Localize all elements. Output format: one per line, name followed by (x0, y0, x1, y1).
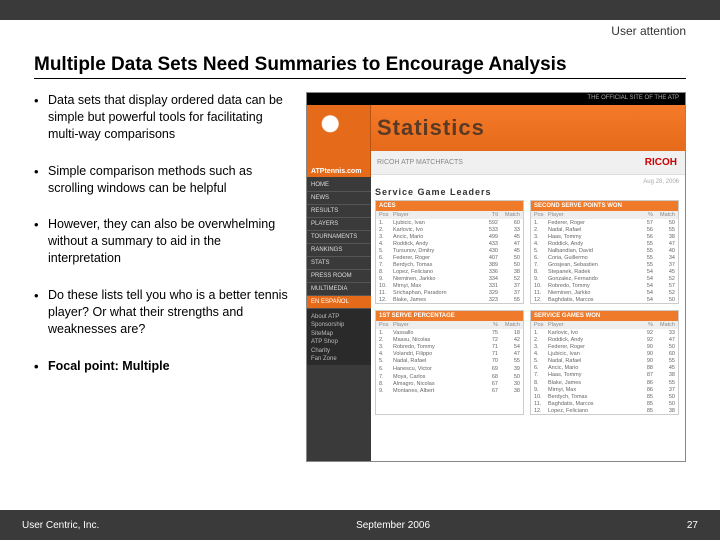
table-row: 12.Blake, James32355 (376, 296, 523, 303)
bullet-item: Data sets that display ordered data can … (34, 92, 294, 143)
nav-espanol[interactable]: EN ESPAÑOL (307, 296, 371, 309)
card-header: ACES (376, 201, 523, 211)
table-row: 5.Nadal, Rafael7055 (376, 357, 523, 364)
table-row: 5.Nadal, Rafael9055 (531, 357, 678, 364)
table-row: 1.Vassallo7518 (376, 329, 523, 336)
nav-item[interactable]: PLAYERS (307, 218, 371, 231)
table-row: 4.Volandri, Filippo7147 (376, 350, 523, 357)
bullet-item: However, they can also be overwhelming w… (34, 216, 294, 267)
slide-title: Multiple Data Sets Need Summaries to Enc… (34, 54, 686, 79)
table-row: 12.Baghdatis, Marcos5450 (531, 296, 678, 303)
nav-item[interactable]: TOURNAMENTS (307, 231, 371, 244)
table-row: 11.Nieminen, Jarkko5452 (531, 289, 678, 296)
table-row: 4.Roddick, Andy5547 (531, 240, 678, 247)
table-row: 5.Tursunov, Dmitry43045 (376, 247, 523, 254)
fig-banner: ATPtennis.com Statistics (307, 105, 685, 151)
table-row: 1.Karlovic, Ivo9233 (531, 329, 678, 336)
stat-card: ACESPosPlayerTtlMatch1.Ljubicic, Ivan592… (375, 200, 524, 304)
nav-item[interactable]: STATS (307, 257, 371, 270)
table-row: 3.Ancic, Mario49945 (376, 233, 523, 240)
bullet-item: Simple comparison methods such as scroll… (34, 163, 294, 197)
header-label: User attention (611, 24, 686, 38)
table-row: 10.Robredo, Tommy5457 (531, 282, 678, 289)
bullet-item: Do these lists tell you who is a better … (34, 287, 294, 338)
top-bar (0, 0, 720, 20)
table-row: 2.Karlovic, Ivo53333 (376, 226, 523, 233)
fig-body: HOMENEWSRESULTSPLAYERSTOURNAMENTSRANKING… (307, 175, 685, 461)
atp-logo: ATPtennis.com (307, 105, 371, 177)
card-header: SERVICE GAMES WON (531, 311, 678, 321)
table-row: 4.Roddick, Andy43347 (376, 240, 523, 247)
table-row: 9.Montanes, Albert6738 (376, 387, 523, 394)
nav-item[interactable]: MULTIMEDIA (307, 283, 371, 296)
card-columns: PosPlayer%Match (376, 321, 523, 329)
table-row: 6.Federer, Roger40750 (376, 254, 523, 261)
stat-card: 1ST SERVE PERCENTAGEPosPlayer%Match1.Vas… (375, 310, 524, 415)
card-header: SECOND SERVE POINTS WON (531, 201, 678, 211)
table-row: 8.Blake, James8655 (531, 379, 678, 386)
table-row: 3.Haas, Tommy5638 (531, 233, 678, 240)
fig-main: Aug 28, 2006 Service Game Leaders ACESPo… (371, 175, 685, 461)
nav-item[interactable]: RANKINGS (307, 244, 371, 257)
table-row: 2.Nadal, Rafael5655 (531, 226, 678, 233)
table-row: 6.Coria, Guillermo5534 (531, 254, 678, 261)
table-row: 6.Ancic, Mario8845 (531, 364, 678, 371)
banner-title: Statistics (377, 115, 485, 141)
fig-section-title: Service Game Leaders (375, 187, 679, 197)
table-row: 4.Ljubicic, Ivan9060 (531, 350, 678, 357)
table-row: 7.Haas, Tommy8738 (531, 371, 678, 378)
stat-card: SECOND SERVE POINTS WONPosPlayer%Match1.… (530, 200, 679, 304)
nav-item[interactable]: HOME (307, 179, 371, 192)
subbanner-left: RICOH ATP MATCHFACTS (377, 159, 463, 166)
fig-nav: HOMENEWSRESULTSPLAYERSTOURNAMENTSRANKING… (307, 175, 371, 461)
content-area: Data sets that display ordered data can … (34, 92, 686, 462)
logo-text: ATPtennis.com (311, 168, 361, 175)
table-row: 5.Nalbandian, David5540 (531, 247, 678, 254)
table-row: 7.Berdych, Tomas38950 (376, 261, 523, 268)
fig-tables: ACESPosPlayerTtlMatch1.Ljubicic, Ivan592… (375, 200, 679, 415)
nav-item[interactable]: NEWS (307, 192, 371, 205)
card-header: 1ST SERVE PERCENTAGE (376, 311, 523, 321)
nav-about-block: About ATPSponsorshipSiteMapATP ShopChari… (307, 309, 371, 365)
table-row: 10.Berdych, Tomas8550 (531, 393, 678, 400)
card-columns: PosPlayerTtlMatch (376, 211, 523, 219)
table-row: 9.Nieminen, Jarkko33452 (376, 275, 523, 282)
bullet-item: Focal point: Multiple (34, 358, 294, 375)
table-row: 2.Roddick, Andy9247 (531, 336, 678, 343)
table-row: 8.Almagro, Nicolas6730 (376, 380, 523, 387)
table-row: 3.Federer, Roger9050 (531, 343, 678, 350)
table-row: 9.Gonzalez, Fernando5452 (531, 275, 678, 282)
table-row: 8.Lopez, Feliciano33638 (376, 268, 523, 275)
footer-left: User Centric, Inc. (22, 520, 99, 531)
nav-item[interactable]: RESULTS (307, 205, 371, 218)
table-row: 9.Mirnyi, Max8637 (531, 386, 678, 393)
table-row: 12.Lopez, Feliciano8538 (531, 407, 678, 414)
table-row: 6.Hanescu, Victor6939 (376, 365, 523, 372)
bullet-list: Data sets that display ordered data can … (34, 92, 294, 462)
footer-page-number: 27 (687, 520, 698, 531)
card-columns: PosPlayer%Match (531, 211, 678, 219)
table-row: 1.Federer, Roger5750 (531, 219, 678, 226)
footer-center: September 2006 (356, 520, 430, 531)
table-row: 7.Grosjean, Sebastien5537 (531, 261, 678, 268)
table-row: 2.Massu, Nicolas7242 (376, 336, 523, 343)
table-row: 1.Ljubicic, Ivan59260 (376, 219, 523, 226)
ricoh-brand: RICOH (645, 157, 685, 168)
table-row: 7.Moya, Carlos6850 (376, 373, 523, 380)
footer: User Centric, Inc. September 2006 27 (0, 510, 720, 540)
fig-date: Aug 28, 2006 (375, 179, 679, 185)
table-row: 11.Srichaphan, Paradorn32937 (376, 289, 523, 296)
fig-topbar: THE OFFICIAL SITE OF THE ATP (307, 93, 685, 105)
table-row: 3.Robredo, Tommy7154 (376, 343, 523, 350)
stat-card: SERVICE GAMES WONPosPlayer%Match1.Karlov… (530, 310, 679, 415)
table-row: 8.Stepanek, Radek5445 (531, 268, 678, 275)
table-row: 11.Baghdatis, Marcos8550 (531, 400, 678, 407)
table-row: 10.Mirnyi, Max33137 (376, 282, 523, 289)
card-columns: PosPlayer%Match (531, 321, 678, 329)
nav-item[interactable]: PRESS ROOM (307, 270, 371, 283)
embedded-screenshot: THE OFFICIAL SITE OF THE ATP ATPtennis.c… (306, 92, 686, 462)
